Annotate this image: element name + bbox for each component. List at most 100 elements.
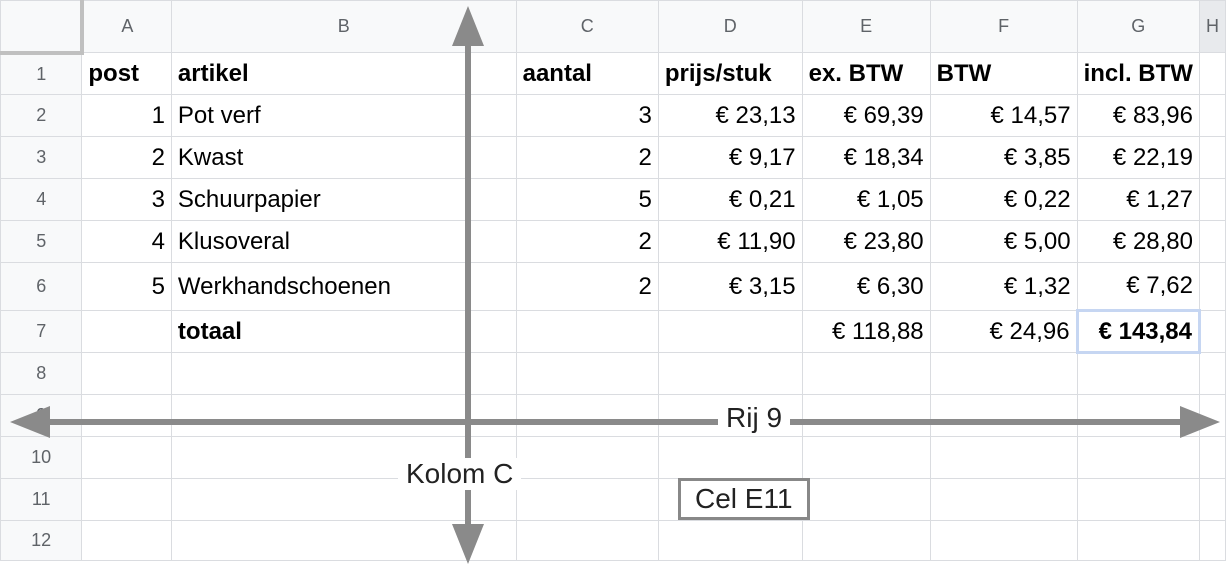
cell-f11[interactable]: [929, 478, 1078, 521]
cell-e3[interactable]: € 18,34: [801, 136, 931, 179]
cell-b6[interactable]: Werkhandschoenen: [170, 262, 517, 311]
cell-g10[interactable]: [1076, 436, 1201, 479]
cell-g12[interactable]: [1076, 520, 1201, 561]
column-header-b[interactable]: B: [170, 0, 517, 53]
cell-f3[interactable]: € 3,85: [929, 136, 1078, 179]
cell-f10[interactable]: [929, 436, 1078, 479]
cell-g6[interactable]: € 7,62: [1076, 262, 1201, 311]
cell-d6[interactable]: € 3,15: [657, 262, 803, 311]
cell-d12[interactable]: [657, 520, 803, 561]
cell-h8[interactable]: [1199, 352, 1226, 395]
cell-g1[interactable]: incl. BTW: [1076, 52, 1201, 95]
row-header-10[interactable]: 10: [0, 436, 83, 479]
cell-h9[interactable]: [1199, 394, 1226, 437]
cell-a5[interactable]: 4: [81, 220, 172, 263]
cell-b5[interactable]: Klusoveral: [170, 220, 517, 263]
column-header-g[interactable]: G: [1076, 0, 1201, 53]
cell-g7[interactable]: € 143,84: [1075, 309, 1202, 354]
cell-f5[interactable]: € 5,00: [929, 220, 1078, 263]
cell-g11[interactable]: [1076, 478, 1201, 521]
cell-e4[interactable]: € 1,05: [801, 178, 931, 221]
cell-h4[interactable]: [1199, 178, 1226, 221]
cell-c11[interactable]: [515, 478, 659, 521]
cell-f2[interactable]: € 14,57: [929, 94, 1078, 137]
cell-b2[interactable]: Pot verf: [170, 94, 517, 137]
cell-e12[interactable]: [801, 520, 931, 561]
cell-d10[interactable]: [657, 436, 803, 479]
row-header-1[interactable]: 1: [0, 52, 83, 95]
cell-d2[interactable]: € 23,13: [657, 94, 803, 137]
cell-d7[interactable]: [657, 310, 803, 353]
column-header-c[interactable]: C: [515, 0, 659, 53]
cell-c6[interactable]: 2: [515, 262, 659, 311]
cell-a1[interactable]: post: [81, 52, 172, 95]
cell-d1[interactable]: prijs/stuk: [657, 52, 803, 95]
cell-c9[interactable]: [515, 394, 659, 437]
cell-a2[interactable]: 1: [81, 94, 172, 137]
cell-f1[interactable]: BTW: [929, 52, 1078, 95]
cell-e7[interactable]: € 118,88: [801, 310, 931, 353]
column-header-a[interactable]: A: [81, 0, 172, 53]
cell-h3[interactable]: [1199, 136, 1226, 179]
cell-f4[interactable]: € 0,22: [929, 178, 1078, 221]
cell-a7[interactable]: [81, 310, 172, 353]
cell-c10[interactable]: [515, 436, 659, 479]
row-header-4[interactable]: 4: [0, 178, 83, 221]
cell-b4[interactable]: Schuurpapier: [170, 178, 517, 221]
cell-a6[interactable]: 5: [81, 262, 172, 311]
cell-d8[interactable]: [657, 352, 803, 395]
cell-h12[interactable]: [1199, 520, 1226, 561]
row-header-6[interactable]: 6: [0, 262, 83, 311]
select-all-corner[interactable]: [0, 0, 84, 55]
cell-f8[interactable]: [929, 352, 1078, 395]
cell-b8[interactable]: [170, 352, 517, 395]
row-header-3[interactable]: 3: [0, 136, 83, 179]
cell-b12[interactable]: [170, 520, 517, 561]
cell-a11[interactable]: [81, 478, 172, 521]
row-header-7[interactable]: 7: [0, 310, 83, 353]
cell-g5[interactable]: € 28,80: [1076, 220, 1201, 263]
cell-f7[interactable]: € 24,96: [929, 310, 1078, 353]
cell-b7[interactable]: totaal: [170, 310, 517, 353]
cell-c12[interactable]: [515, 520, 659, 561]
column-header-e[interactable]: E: [801, 0, 931, 53]
cell-e5[interactable]: € 23,80: [801, 220, 931, 263]
cell-d4[interactable]: € 0,21: [657, 178, 803, 221]
row-header-5[interactable]: 5: [0, 220, 83, 263]
cell-e10[interactable]: [801, 436, 931, 479]
cell-g4[interactable]: € 1,27: [1076, 178, 1201, 221]
cell-h6[interactable]: [1199, 262, 1226, 311]
cell-c1[interactable]: aantal: [515, 52, 659, 95]
row-header-8[interactable]: 8: [0, 352, 83, 395]
cell-a8[interactable]: [81, 352, 172, 395]
column-header-f[interactable]: F: [929, 0, 1078, 53]
cell-a4[interactable]: 3: [81, 178, 172, 221]
cell-d3[interactable]: € 9,17: [657, 136, 803, 179]
cell-c7[interactable]: [515, 310, 659, 353]
column-header-h[interactable]: H: [1199, 0, 1226, 53]
cell-c3[interactable]: 2: [515, 136, 659, 179]
row-header-2[interactable]: 2: [0, 94, 83, 137]
cell-g9[interactable]: [1076, 394, 1201, 437]
cell-a10[interactable]: [81, 436, 172, 479]
cell-e1[interactable]: ex. BTW: [801, 52, 931, 95]
cell-g2[interactable]: € 83,96: [1076, 94, 1201, 137]
cell-d5[interactable]: € 11,90: [657, 220, 803, 263]
cell-a9[interactable]: [81, 394, 172, 437]
cell-h2[interactable]: [1199, 94, 1226, 137]
cell-g8[interactable]: [1076, 352, 1201, 395]
cell-e2[interactable]: € 69,39: [801, 94, 931, 137]
column-header-d[interactable]: D: [657, 0, 803, 53]
cell-h11[interactable]: [1199, 478, 1226, 521]
cell-h10[interactable]: [1199, 436, 1226, 479]
cell-h7[interactable]: [1199, 310, 1226, 353]
row-header-12[interactable]: 12: [0, 520, 83, 561]
cell-a3[interactable]: 2: [81, 136, 172, 179]
cell-e6[interactable]: € 6,30: [801, 262, 931, 311]
cell-c5[interactable]: 2: [515, 220, 659, 263]
row-header-9[interactable]: 9: [0, 394, 83, 437]
cell-b9[interactable]: [170, 394, 517, 437]
cell-f12[interactable]: [929, 520, 1078, 561]
row-header-11[interactable]: 11: [0, 478, 83, 521]
cell-a12[interactable]: [81, 520, 172, 561]
